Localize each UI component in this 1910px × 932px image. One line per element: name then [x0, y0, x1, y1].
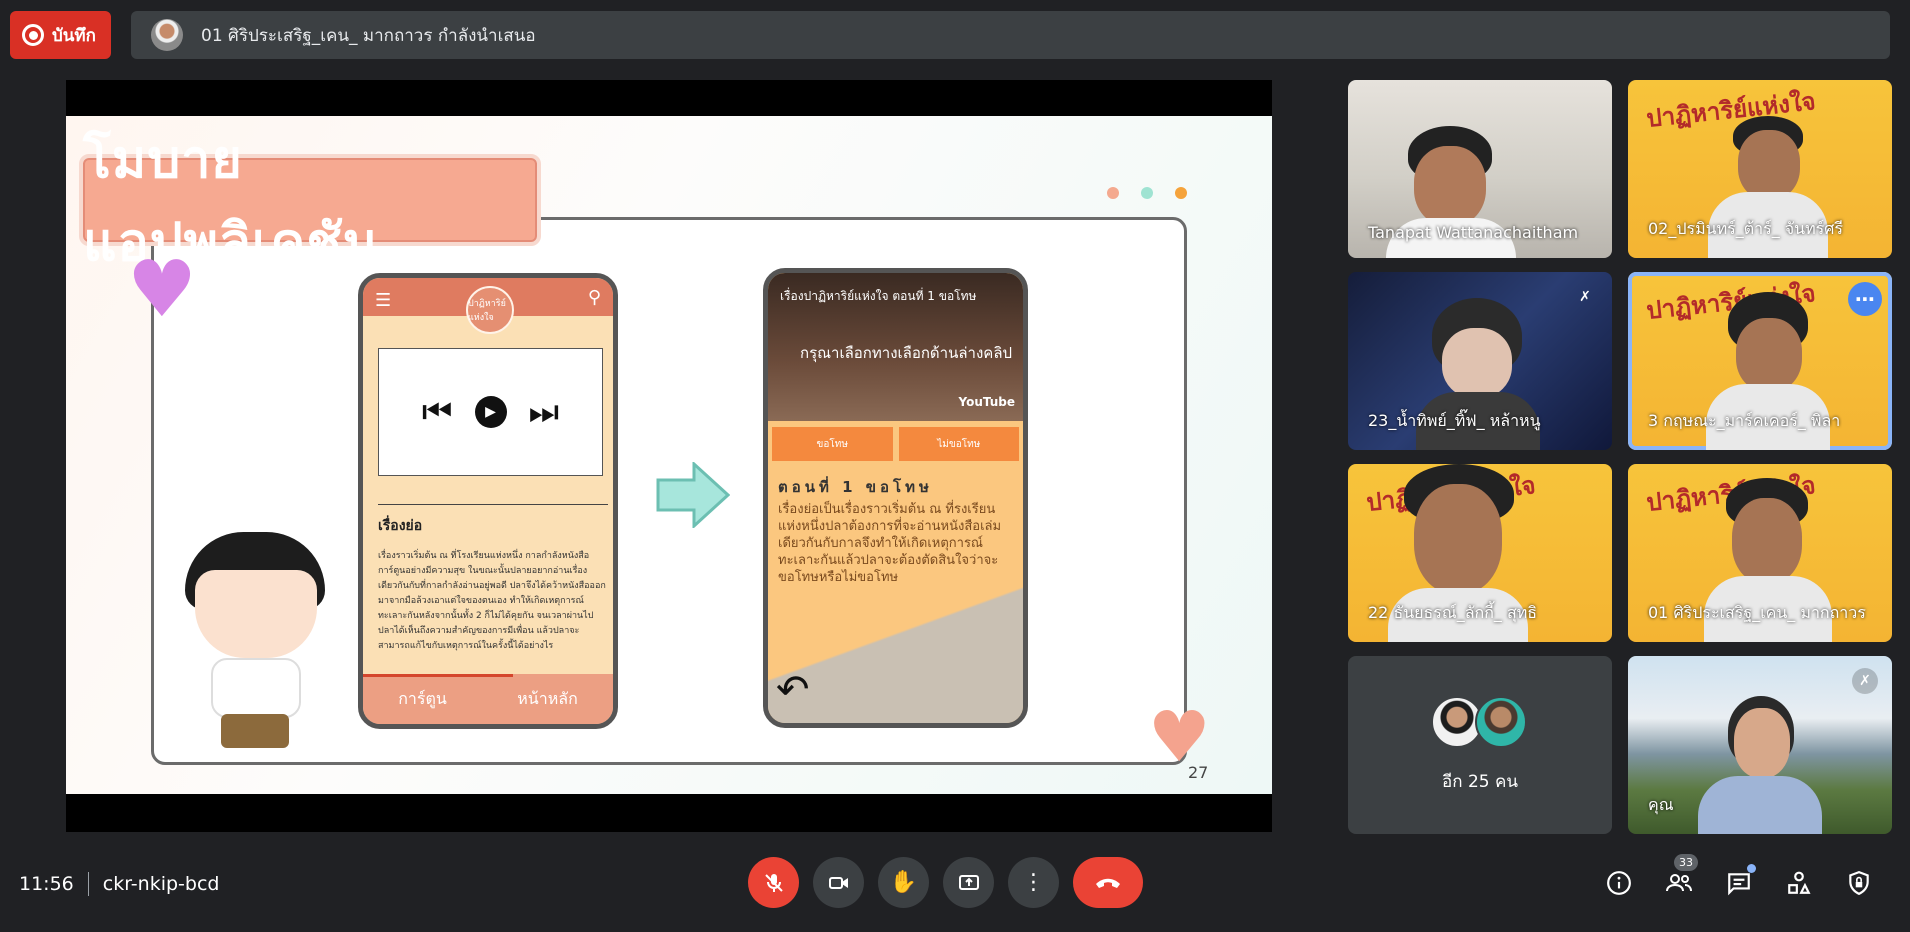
more-options-button[interactable]: ⋮ [1008, 857, 1059, 908]
participant-name: 02_ปรมินทร์_ต้าร์_ จันทร์ศรี [1648, 219, 1843, 238]
shapes-icon [1788, 871, 1811, 894]
leave-call-button[interactable] [1073, 857, 1143, 908]
slide-title: โมบายแอปพลิเคชัน [79, 130, 541, 273]
presenter-bar[interactable]: 01 ศิริประเสริฐ_เคน_ มากถาวร กำลังนำเสนอ [131, 11, 1890, 59]
hand-icon: ✋ [889, 870, 918, 895]
more-participants-tile[interactable]: อีก 25 คน [1348, 656, 1612, 834]
activities-button[interactable] [1778, 862, 1820, 904]
presenter-avatar [151, 19, 183, 51]
presenting-label: 01 ศิริประเสริฐ_เคน_ มากถาวร กำลังนำเสนอ [201, 25, 536, 46]
participant-tile[interactable]: Tanapat Wattanachaitham [1348, 80, 1612, 258]
cartoon-boy-illustration [177, 532, 337, 762]
camera-icon [828, 876, 848, 889]
mic-toggle-button[interactable] [748, 857, 799, 908]
mic-off-icon: ✗ [1852, 668, 1878, 694]
synopsis: เรื่องย่อ เรื่องราวเริ่มต้น ณ ที่โรงเรีย… [378, 504, 608, 654]
mic-off-icon [764, 873, 783, 892]
participant-name: 23_น้ำทิพย์_ทิ๊ฟ_ หล้าหนู [1368, 411, 1541, 430]
youtube-logo: YouTube [958, 395, 1015, 409]
back-arrow-icon: ↶ [776, 667, 810, 713]
info-icon [1607, 871, 1631, 895]
more-options-icon[interactable]: ⋯ [1848, 282, 1882, 316]
participant-name: 22 ธันยธรณ์_ลักกี้_ สุทธิ [1368, 603, 1538, 622]
shield-lock-icon [1849, 871, 1869, 896]
participant-tile[interactable]: ปาฏิหาริย์แห่งใจ 22 ธันยธรณ์_ลักกี้_ สุท… [1348, 464, 1612, 642]
meeting-info: 11:56 ckr-nkip-bcd [19, 872, 219, 896]
record-label: บันทึก [52, 25, 96, 46]
episode-heading: ตอนที่ 1 ขอโทษ [778, 478, 933, 496]
slide-page-number: 27 [1188, 763, 1209, 782]
chat-button[interactable] [1718, 862, 1760, 904]
app-tabbar: การ์ตูน หน้าหลัก [363, 674, 613, 724]
choice-apologize: ขอโทษ [772, 427, 893, 461]
meeting-details-button[interactable] [1598, 862, 1640, 904]
chat-icon [1728, 873, 1750, 896]
camera-toggle-button[interactable] [813, 857, 864, 908]
raise-hand-button[interactable]: ✋ [878, 857, 929, 908]
self-view-tile[interactable]: ✗ คุณ [1628, 656, 1892, 834]
video-title: เรื่องปาฏิหาริย์แห่งใจ ตอนที่ 1 ขอโทษ [780, 289, 977, 303]
record-icon [22, 24, 44, 46]
host-controls-button[interactable] [1838, 862, 1880, 904]
next-icon: ⏭ [528, 392, 560, 432]
play-icon: ▶ [474, 396, 507, 428]
choice-buttons: ขอโทษ ไม่ขอโทษ [768, 421, 1023, 467]
meeting-code: ckr-nkip-bcd [102, 873, 220, 895]
app-header: ☰ ปาฏิหาริย์แห่งใจ ⚲ [363, 278, 613, 334]
participant-name: Tanapat Wattanachaitham [1368, 223, 1579, 242]
heart-pink-icon: ♥ [1148, 696, 1211, 778]
participant-tile[interactable]: ✗ 23_น้ำทิพย์_ทิ๊ฟ_ หล้าหนู [1348, 272, 1612, 450]
search-icon: ⚲ [587, 287, 601, 308]
unread-indicator [1747, 864, 1756, 873]
participant-name: 3 กฤษณะ_มาร์คเคอร์_ พิลา [1648, 411, 1841, 430]
video-player: ⏮ ▶ ⏭ [378, 348, 603, 476]
people-button[interactable]: 33 [1658, 854, 1700, 904]
hang-up-icon [1096, 878, 1120, 888]
divider [87, 872, 89, 896]
episode-video: เรื่องปาฏิหาริย์แห่งใจ ตอนที่ 1 ขอโทษ กร… [768, 273, 1023, 421]
menu-icon: ☰ [375, 290, 392, 311]
present-icon [958, 874, 979, 890]
decor-dots [1107, 187, 1187, 199]
top-bar: บันทึก 01 ศิริประเสริฐ_เคน_ มากถาวร กำลั… [0, 0, 1910, 70]
call-controls: ✋ ⋮ [748, 857, 1143, 908]
meeting-time: 11:56 [19, 873, 74, 895]
present-screen-button[interactable] [943, 857, 994, 908]
participant-name: 01 ศิริประเสริฐ_เคน_ มากถาวร [1648, 603, 1866, 622]
video-prompt: กรุณาเลือกทางเลือกด้านล่างคลิป [800, 344, 1013, 362]
tab-cartoon: การ์ตูน [398, 688, 447, 708]
synopsis-heading: เรื่องย่อ [378, 518, 423, 534]
mic-off-icon: ✗ [1579, 289, 1591, 305]
previous-icon: ⏮ [421, 392, 453, 432]
people-count-badge: 33 [1674, 854, 1698, 871]
more-vert-icon: ⋮ [1022, 870, 1045, 895]
participant-tile[interactable]: ปาฏิหาริย์แห่งใจ 02_ปรมินทร์_ต้าร์_ จันท… [1628, 80, 1892, 258]
record-button[interactable]: บันทึก [10, 11, 111, 59]
presentation-stage: โมบายแอปพลิเคชัน ♥ ♥ ☰ ปาฏิหาริย์แห่งใจ … [66, 80, 1272, 832]
more-participants-label: อีก 25 คน [1442, 772, 1518, 792]
right-arrow-icon [656, 462, 730, 528]
people-icon [1666, 874, 1692, 892]
phone-mockup-cartoon: ☰ ปาฏิหาริย์แห่งใจ ⚲ ⏮ ▶ ⏭ เรื่องย่อ เรื… [358, 273, 618, 729]
participant-tile-speaking[interactable]: ปาฏิหาริย์แห่งใจ ⋯ 3 กฤษณะ_มาร์คเคอร์_ พ… [1628, 272, 1892, 450]
synopsis-text: เรื่องราวเริ่มต้น ณ ที่โรงเรียนแห่งหนึ่ง… [378, 551, 606, 651]
more-participants-avatars [1431, 696, 1527, 748]
app-logo: ปาฏิหาริย์แห่งใจ [466, 286, 514, 334]
presentation-slide: โมบายแอปพลิเคชัน ♥ ♥ ☰ ปาฏิหาริย์แห่งใจ … [66, 116, 1272, 794]
side-panel-controls: 33 [1598, 854, 1880, 904]
tab-home: หน้าหลัก [517, 688, 578, 708]
heart-purple-icon: ♥ [127, 245, 197, 335]
participant-name: คุณ [1648, 795, 1674, 814]
choice-not-apologize: ไม่ขอโทษ [898, 427, 1019, 461]
phone-mockup-episode: เรื่องปาฏิหาริย์แห่งใจ ตอนที่ 1 ขอโทษ กร… [763, 268, 1028, 728]
bottom-control-bar: 11:56 ckr-nkip-bcd ✋ ⋮ 33 [0, 852, 1910, 932]
participant-tile[interactable]: ปาฏิหาริย์แห่งใจ 01 ศิริประเสริฐ_เคน_ มา… [1628, 464, 1892, 642]
